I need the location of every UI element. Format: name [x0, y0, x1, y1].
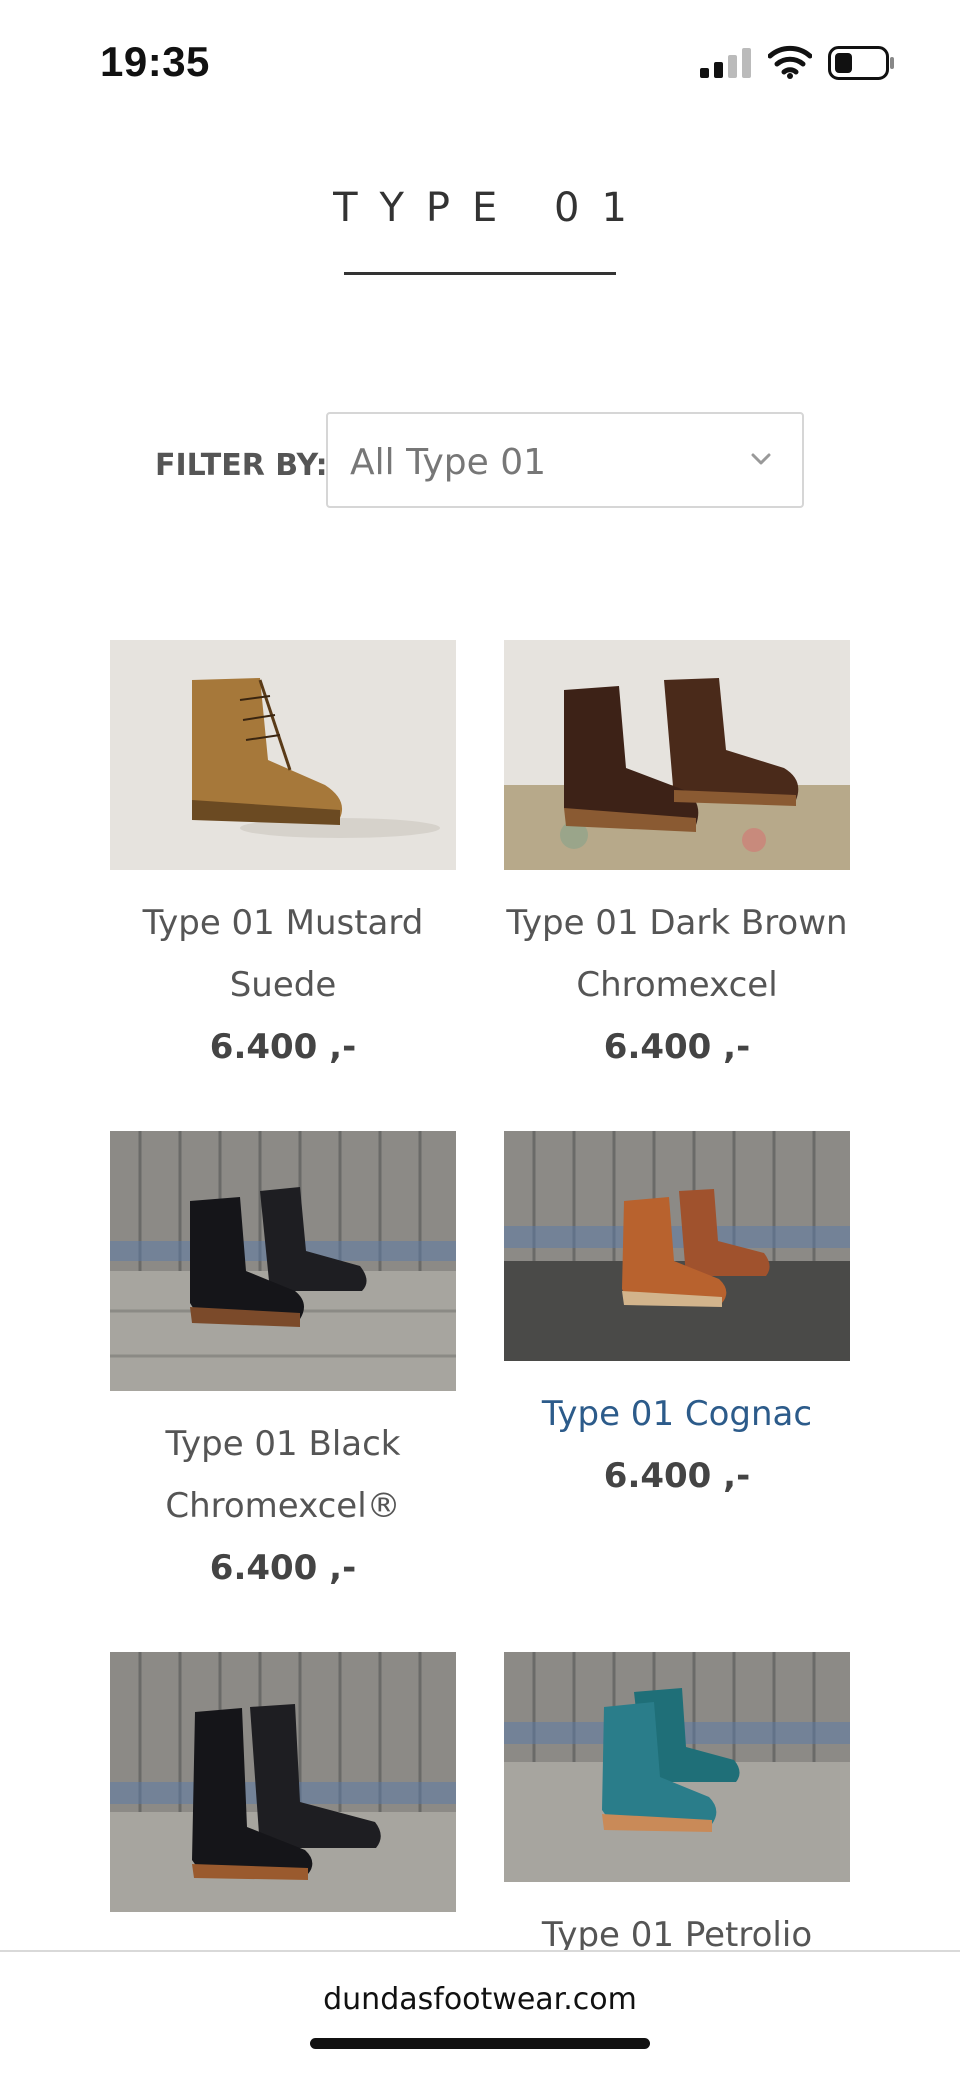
product-card[interactable]: Type 01 Black Chromexcel® 6.400 ,-	[110, 1131, 456, 1599]
product-card[interactable]: Type 01 Cognac 6.400 ,-	[504, 1131, 850, 1507]
wifi-icon	[768, 45, 812, 79]
product-image-boot-mustard-suede[interactable]	[110, 640, 456, 870]
product-name[interactable]: Type 01 Mustard Suede	[110, 892, 456, 1016]
browser-bottom-bar: dundasfootwear.com	[0, 1950, 960, 2080]
product-image-boot-petrolio[interactable]	[504, 1652, 850, 1882]
product-price: 6.400 ,-	[603, 1456, 751, 1496]
signal-icon	[700, 48, 751, 78]
product-name[interactable]: Type 01 Black Chromexcel®	[110, 1413, 456, 1537]
page-title: TYPE 01	[333, 184, 649, 231]
product-price: 6.400 ,-	[209, 1027, 357, 1067]
status-time: 19:35	[100, 38, 210, 85]
product-card[interactable]: Type 01 Mustard Suede 6.400 ,-	[110, 640, 456, 1078]
product-card[interactable]: Type 01 Petrolio	[504, 1652, 850, 1966]
status-bar: 19:35	[0, 0, 960, 120]
product-image-boot-black[interactable]	[110, 1131, 456, 1391]
product-name[interactable]: Type 01 Cognac	[504, 1383, 850, 1445]
filter-label: FILTER BY:	[155, 448, 328, 483]
address-bar-domain[interactable]: dundasfootwear.com	[0, 1982, 960, 2017]
title-underline	[344, 272, 616, 275]
battery-icon	[828, 46, 894, 80]
product-price: 6.400 ,-	[209, 1548, 357, 1588]
home-indicator[interactable]	[310, 2038, 650, 2049]
product-card[interactable]	[110, 1652, 456, 1934]
product-card[interactable]: Type 01 Dark Brown Chromexcel 6.400 ,-	[504, 640, 850, 1078]
filter-select[interactable]: All Type 01	[326, 412, 804, 508]
chevron-down-icon	[751, 453, 771, 465]
product-name[interactable]: Type 01 Dark Brown Chromexcel	[504, 892, 850, 1016]
product-image-boot-black-tall[interactable]	[110, 1652, 456, 1912]
product-image-boot-cognac[interactable]	[504, 1131, 850, 1361]
product-image-boot-dark-brown[interactable]	[504, 640, 850, 870]
filter-selected-value: All Type 01	[350, 442, 547, 483]
product-price: 6.400 ,-	[603, 1027, 751, 1067]
